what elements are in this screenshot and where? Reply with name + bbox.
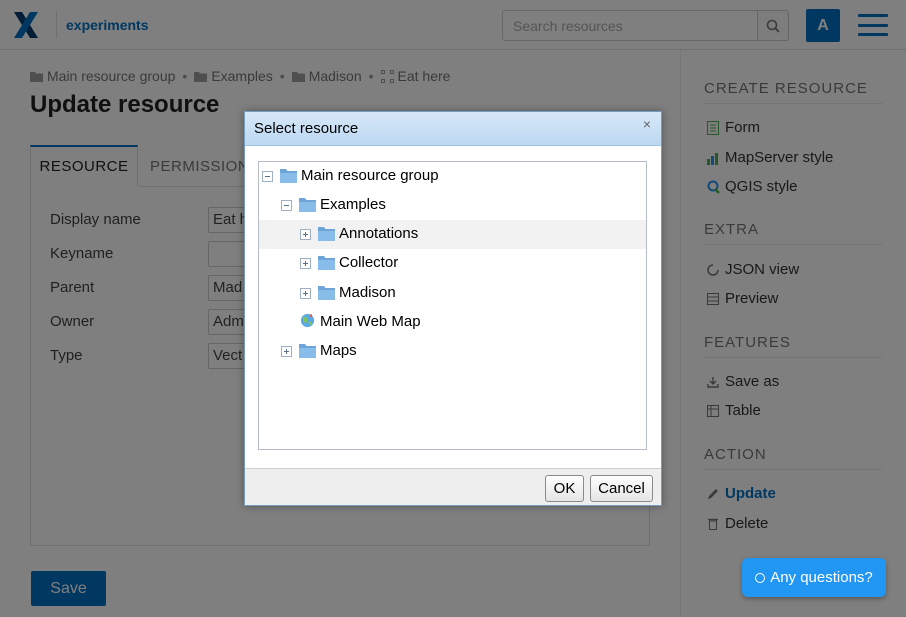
- tree-node-main-web-map[interactable]: Main Web Map: [259, 308, 646, 337]
- tree-node-label: Maps: [320, 342, 357, 359]
- expand-icon[interactable]: [300, 258, 311, 269]
- folder-icon: [318, 256, 335, 270]
- collapse-icon[interactable]: [281, 200, 292, 211]
- tree-node-main-resource-group[interactable]: Main resource group: [259, 162, 646, 191]
- expand-icon[interactable]: [300, 288, 311, 299]
- tree-node-annotations[interactable]: Annotations: [259, 220, 646, 249]
- ok-button[interactable]: OK: [545, 475, 584, 502]
- tree-node-madison[interactable]: Madison: [259, 279, 646, 308]
- chat-label: Any questions?: [770, 569, 873, 586]
- close-icon[interactable]: ×: [643, 116, 651, 132]
- tree-node-examples[interactable]: Examples: [259, 191, 646, 220]
- tree-node-label: Annotations: [339, 225, 419, 242]
- expand-icon[interactable]: [300, 229, 311, 240]
- folder-icon: [280, 169, 297, 183]
- folder-icon: [299, 198, 316, 212]
- tree-node-label: Collector: [339, 254, 399, 271]
- tree-node-label: Main Web Map: [320, 313, 421, 330]
- select-resource-dialog: Select resource × Main resource group Ex…: [244, 111, 662, 506]
- resource-tree: Main resource group Examples Annotations…: [258, 161, 647, 450]
- tree-node-maps[interactable]: Maps: [259, 337, 646, 366]
- support-chat-button[interactable]: Any questions?: [742, 558, 886, 597]
- folder-icon: [318, 286, 335, 300]
- dialog-title-bar: Select resource ×: [245, 112, 661, 146]
- cancel-button[interactable]: Cancel: [590, 475, 653, 502]
- folder-icon: [299, 344, 316, 358]
- tree-node-label: Madison: [339, 284, 396, 301]
- collapse-icon[interactable]: [262, 171, 273, 182]
- dialog-footer: OK Cancel: [245, 468, 661, 505]
- tree-node-collector[interactable]: Collector: [259, 249, 646, 278]
- tree-node-label: Main resource group: [301, 167, 439, 184]
- expand-icon[interactable]: [281, 346, 292, 357]
- chat-icon: [755, 572, 766, 583]
- folder-icon: [318, 227, 335, 241]
- web-map-icon: [300, 313, 315, 328]
- tree-node-label: Examples: [320, 196, 386, 213]
- dialog-title: Select resource: [254, 120, 359, 137]
